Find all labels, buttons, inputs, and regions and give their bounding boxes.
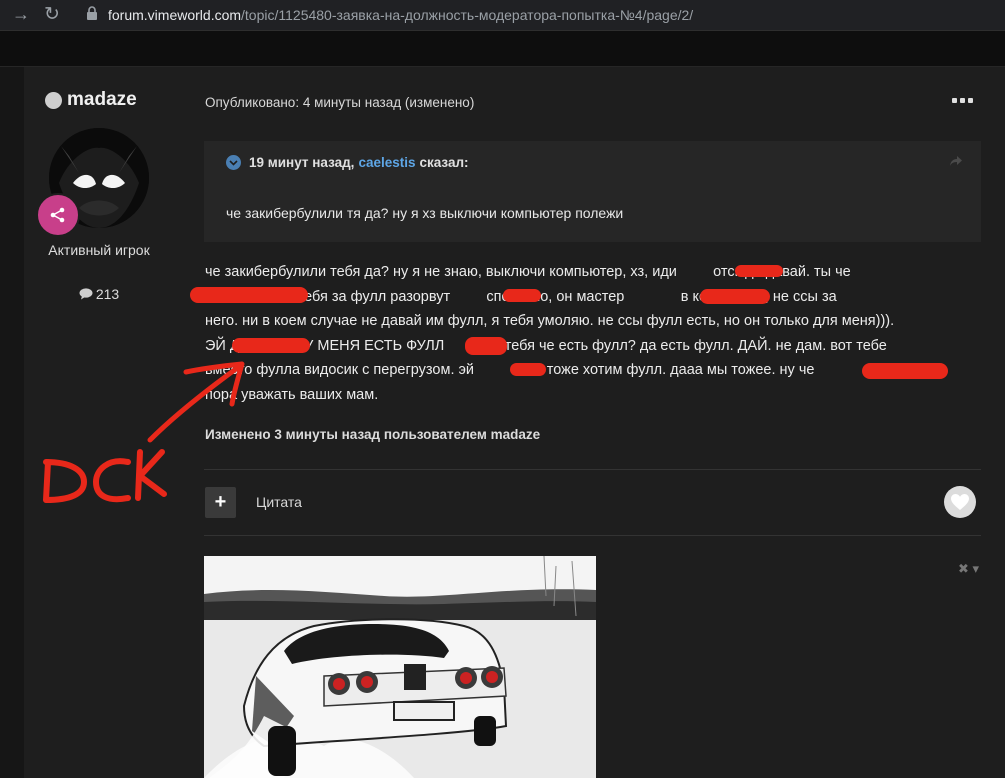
- url-path: /topic/1125480-заявка-на-должность-модер…: [241, 7, 694, 23]
- lock-icon: [87, 6, 97, 20]
- speech-bubble-icon: [79, 288, 93, 300]
- author-name-label: madaze: [67, 89, 137, 110]
- author-rank: Активный игрок: [48, 242, 150, 258]
- quote-said: сказал:: [419, 155, 469, 170]
- site-header-strip: [0, 31, 1005, 67]
- post-line: че закибербулили тебя да? ну я не знаю, …: [205, 264, 851, 280]
- quote-block: 19 минут назад, caelestis сказал: че зак…: [204, 141, 981, 242]
- redaction-mark: [465, 337, 507, 355]
- redaction-mark: [510, 363, 546, 376]
- share-icon[interactable]: [949, 155, 963, 167]
- quote-time: 19 минут назад,: [249, 155, 355, 170]
- post-line: пора уважать ваших мам.: [205, 386, 379, 403]
- divider: [204, 535, 981, 536]
- redaction-mark: [735, 265, 783, 277]
- rank-badge-icon: [36, 193, 80, 237]
- edited-note: Изменено 3 минуты назад пользователем ma…: [205, 427, 541, 442]
- divider: [204, 469, 981, 470]
- chevron-down-icon[interactable]: [226, 155, 241, 170]
- redaction-mark: [503, 289, 541, 302]
- quote-add-button[interactable]: +: [205, 487, 236, 518]
- browser-address-bar: → ↻ forum.vimeworld.com/topic/1125480-за…: [0, 0, 1005, 31]
- post-count-value: 213: [95, 286, 120, 302]
- redaction-mark: [862, 363, 948, 379]
- post-line: ни тебя за фулл разорвут спокойно, он ма…: [278, 288, 837, 305]
- heart-icon[interactable]: [944, 486, 976, 518]
- author-name[interactable]: madaze: [45, 89, 137, 111]
- reload-icon[interactable]: ↻: [44, 3, 60, 26]
- quote-header: 19 минут назад, caelestis сказал:: [226, 155, 469, 170]
- quote-author-link[interactable]: caelestis: [358, 155, 415, 170]
- post-line: ЭЙ Д У МЕНЯ ЕСТЬ ФУЛЛ тебя че есть фулл?…: [205, 337, 887, 354]
- post-line: него. ни в коем случае не давай им фулл,…: [205, 313, 895, 329]
- forward-arrow-icon[interactable]: →: [12, 4, 30, 25]
- url-host: forum.vimeworld.com: [108, 7, 242, 23]
- url-field[interactable]: forum.vimeworld.com/topic/1125480-заявка…: [108, 7, 693, 23]
- quote-button-label[interactable]: Цитата: [256, 494, 302, 510]
- more-options-icon[interactable]: [952, 98, 973, 103]
- quote-text: че закибербулили тя да? ну я хз выключи …: [226, 205, 624, 221]
- post-count: 213: [18, 286, 180, 302]
- redaction-mark: [232, 338, 310, 353]
- published-time: Опубликовано: 4 минуты назад (изменено): [205, 95, 475, 110]
- online-status-icon: [45, 91, 62, 109]
- redaction-mark: [700, 289, 770, 304]
- redaction-mark: [190, 287, 308, 303]
- post-line: вместо фулла видосик с перегрузом. эй мы…: [205, 362, 815, 378]
- post-body: че закибербулили тебя да? ну я не знаю, …: [205, 260, 975, 407]
- close-icon[interactable]: ✖ ▾: [958, 561, 979, 577]
- signature-image: [204, 556, 596, 778]
